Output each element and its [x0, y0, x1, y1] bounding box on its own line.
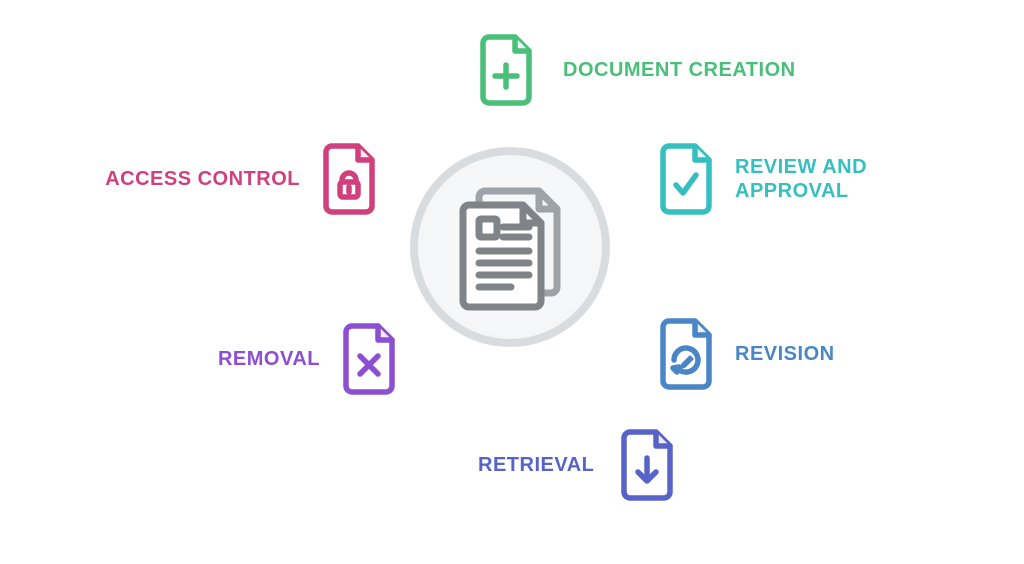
node-label: REVIEW AND APPROVAL [735, 155, 905, 203]
file-edit-icon [655, 315, 717, 393]
node-label: RETRIEVAL [478, 453, 594, 477]
center-ring [410, 147, 610, 347]
node-access-control: ACCESS CONTROL [100, 140, 380, 218]
node-document-creation: DOCUMENT CREATION [475, 31, 796, 109]
file-remove-icon [338, 320, 400, 398]
file-plus-icon [475, 31, 537, 109]
node-label: REVISION [735, 342, 835, 366]
document-lifecycle-diagram: DOCUMENT CREATION REVIEW AND APPROVAL [0, 0, 1024, 564]
node-label: ACCESS CONTROL [100, 167, 300, 191]
document-stack-icon [451, 183, 569, 311]
node-label: REMOVAL [200, 347, 320, 371]
node-review-approval: REVIEW AND APPROVAL [655, 140, 905, 218]
node-revision: REVISION [655, 315, 835, 393]
node-removal: REMOVAL [200, 320, 400, 398]
file-check-icon [655, 140, 717, 218]
node-label: DOCUMENT CREATION [563, 58, 796, 82]
node-retrieval: RETRIEVAL [478, 426, 678, 504]
file-lock-icon [318, 140, 380, 218]
file-download-icon [616, 426, 678, 504]
